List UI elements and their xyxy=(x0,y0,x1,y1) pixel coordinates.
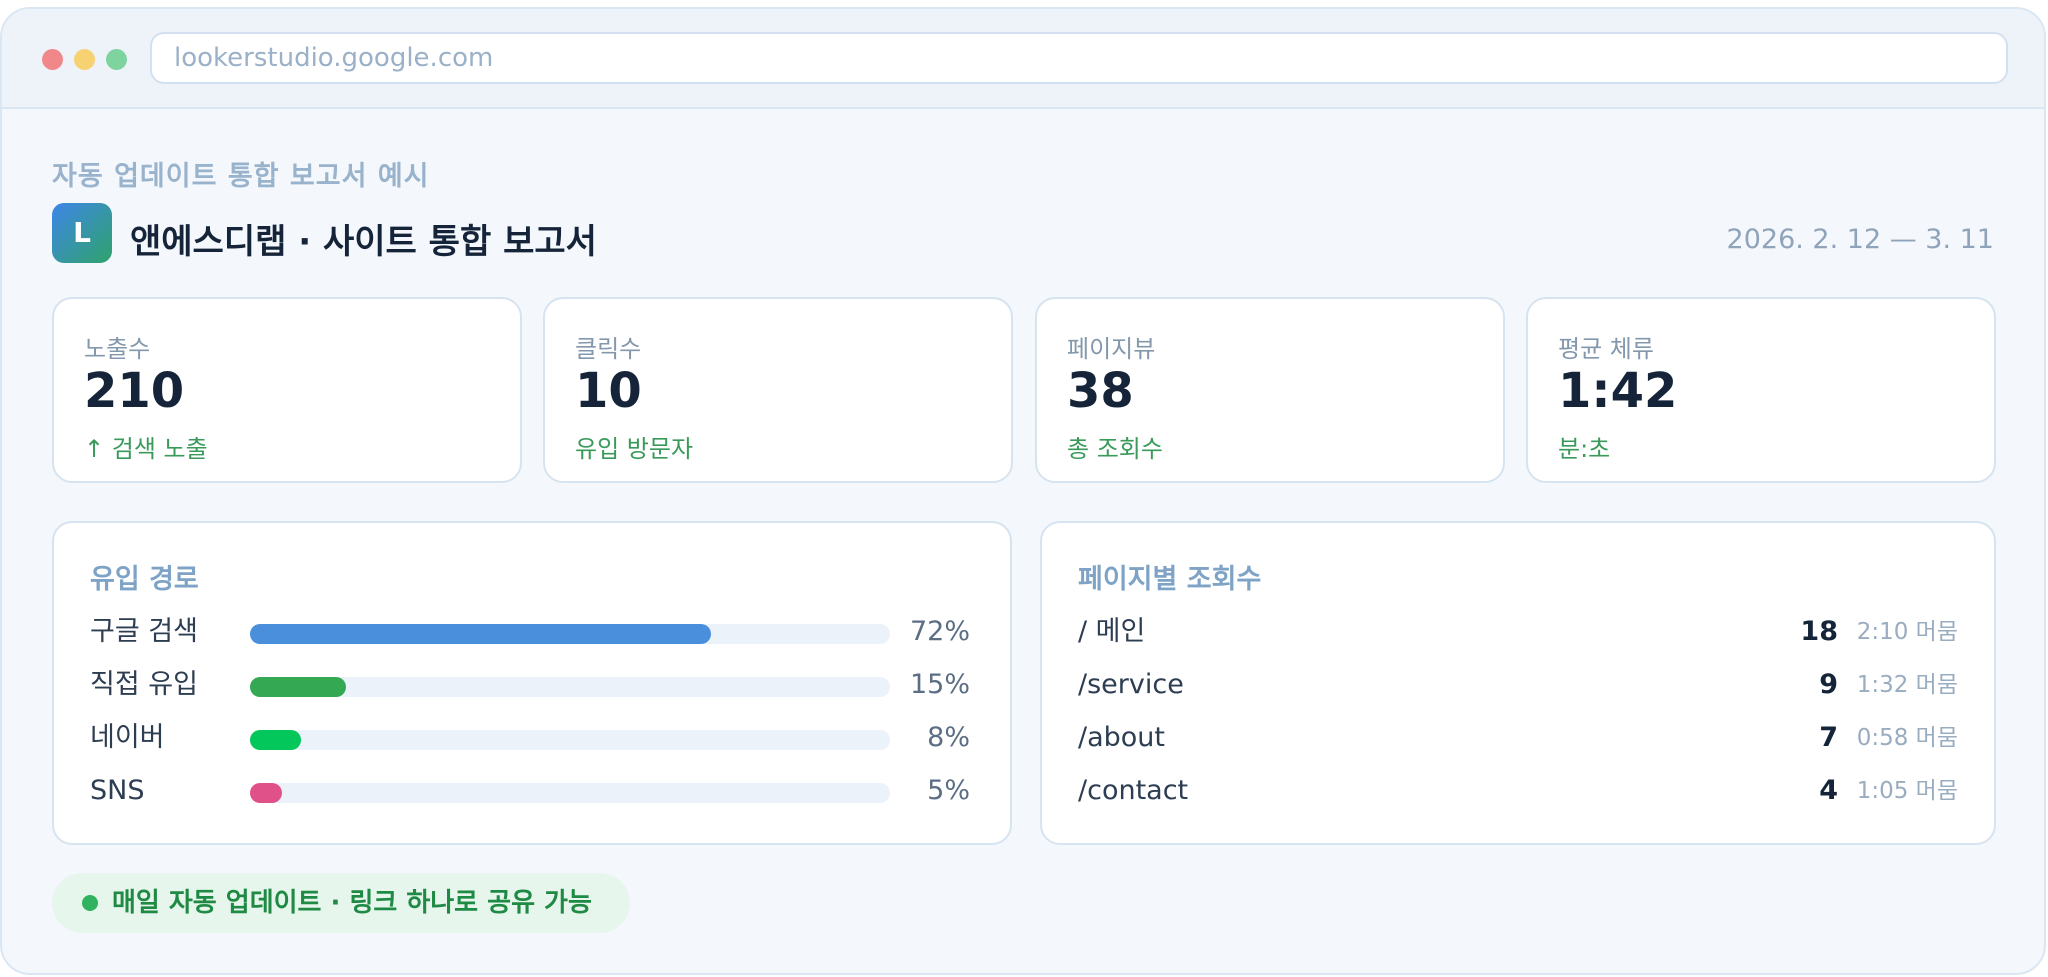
source-bar-fill xyxy=(250,624,711,644)
report-kicker: 자동 업데이트 통합 보고서 예시 xyxy=(52,161,430,192)
auto-update-badge: 매일 자동 업데이트 · 링크 하나로 공유 가능 xyxy=(52,873,630,933)
status-dot-icon xyxy=(82,895,98,911)
kpi-label: 노출수 xyxy=(84,335,151,363)
source-bar-track xyxy=(250,730,890,750)
page-row: / 메인 18 2:10 머뭄 xyxy=(1078,612,1958,652)
traffic-source-row: 구글 검색 72% xyxy=(90,612,970,652)
page-path: /service xyxy=(1078,669,1184,700)
kpi-label: 페이지뷰 xyxy=(1067,335,1156,363)
page-row: /contact 4 1:05 머뭄 xyxy=(1078,771,1958,811)
minimize-window-button[interactable] xyxy=(74,49,95,70)
report-title: 앤에스디랩 · 사이트 통합 보고서 xyxy=(130,222,597,262)
source-label: 네이버 xyxy=(90,722,165,753)
page-dwell-time: 0:58 머뭄 xyxy=(1856,725,1958,751)
source-percent: 15% xyxy=(909,669,970,700)
page-view-count: 4 xyxy=(1819,775,1838,806)
source-bar-track xyxy=(250,677,890,697)
page-path: /contact xyxy=(1078,775,1189,806)
panel-title: 유입 경로 xyxy=(90,564,199,595)
source-bar-track xyxy=(250,783,890,803)
kpi-value: 38 xyxy=(1067,363,1134,419)
source-percent: 8% xyxy=(927,722,970,753)
traffic-source-row: 네이버 8% xyxy=(90,718,970,758)
page-views-panel: 페이지별 조회수 / 메인 18 2:10 머뭄 /service 9 1:32… xyxy=(1040,521,1996,845)
page-dwell-time: 1:05 머뭄 xyxy=(1856,778,1958,804)
page-dwell-time: 2:10 머뭄 xyxy=(1856,619,1958,645)
page-row: /service 9 1:32 머뭄 xyxy=(1078,665,1958,705)
page-path: / 메인 xyxy=(1078,616,1146,647)
traffic-source-row: 직접 유입 15% xyxy=(90,665,970,705)
kpi-subtext: 총 조회수 xyxy=(1067,435,1163,463)
date-range[interactable]: 2026. 2. 12 — 3. 11 xyxy=(1727,224,1994,255)
traffic-sources-panel: 유입 경로 구글 검색 72% 직접 유입 15% 네이버 8% SNS 5% xyxy=(52,521,1012,845)
source-label: 직접 유입 xyxy=(90,669,198,700)
report-logo: L xyxy=(52,203,112,263)
page-dwell-time: 1:32 머뭄 xyxy=(1856,672,1958,698)
kpi-value: 1:42 xyxy=(1558,363,1678,419)
page-row: /about 7 0:58 머뭄 xyxy=(1078,718,1958,758)
kpi-card-impressions: 노출수 210 ↑ 검색 노출 xyxy=(52,297,522,483)
source-bar-fill xyxy=(250,677,346,697)
source-label: SNS xyxy=(90,775,145,806)
browser-toolbar: lookerstudio.google.com xyxy=(2,9,2044,109)
panel-title: 페이지별 조회수 xyxy=(1078,564,1262,595)
auto-update-text: 매일 자동 업데이트 · 링크 하나로 공유 가능 xyxy=(112,888,592,918)
browser-window: lookerstudio.google.com 자동 업데이트 통합 보고서 예… xyxy=(0,7,2046,975)
source-label: 구글 검색 xyxy=(90,616,198,647)
page-view-count: 18 xyxy=(1800,616,1838,647)
source-percent: 72% xyxy=(909,616,970,647)
kpi-card-clicks: 클릭수 10 유입 방문자 xyxy=(543,297,1013,483)
kpi-label: 클릭수 xyxy=(575,335,642,363)
address-bar[interactable]: lookerstudio.google.com xyxy=(150,32,2008,84)
source-percent: 5% xyxy=(927,775,970,806)
kpi-value: 10 xyxy=(575,363,642,419)
kpi-card-pageviews: 페이지뷰 38 총 조회수 xyxy=(1035,297,1505,483)
source-bar-fill xyxy=(250,730,302,750)
page-path: /about xyxy=(1078,722,1165,753)
traffic-source-row: SNS 5% xyxy=(90,771,970,811)
kpi-subtext: ↑ 검색 노출 xyxy=(84,435,208,463)
close-window-button[interactable] xyxy=(42,49,63,70)
source-bar-track xyxy=(250,624,890,644)
kpi-subtext: 분:초 xyxy=(1558,435,1611,463)
kpi-card-avg-dwell: 평균 체류 1:42 분:초 xyxy=(1526,297,1996,483)
source-bar-fill xyxy=(250,783,282,803)
page-view-count: 9 xyxy=(1819,669,1838,700)
kpi-label: 평균 체류 xyxy=(1558,335,1654,363)
kpi-value: 210 xyxy=(84,363,185,419)
maximize-window-button[interactable] xyxy=(106,49,127,70)
page-view-count: 7 xyxy=(1819,722,1838,753)
kpi-subtext: 유입 방문자 xyxy=(575,435,694,463)
